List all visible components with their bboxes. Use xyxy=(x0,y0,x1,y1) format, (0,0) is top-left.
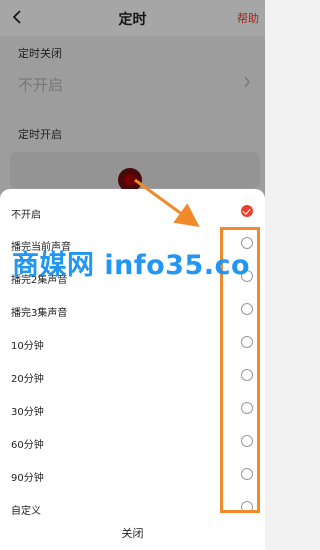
radio-checked-icon[interactable] xyxy=(241,205,253,217)
option-label: 不开启 xyxy=(11,210,41,221)
option-label: 10分钟 xyxy=(11,341,44,352)
option-label: 90分钟 xyxy=(11,473,44,484)
close-button[interactable]: 关闭 xyxy=(0,516,265,550)
option-label: 30分钟 xyxy=(11,407,44,418)
option-label: 自定义 xyxy=(11,506,41,517)
close-label: 关闭 xyxy=(121,527,144,540)
option-label: 播完3集声音 xyxy=(11,308,68,319)
option-label: 60分钟 xyxy=(11,440,44,451)
watermark-text: 商媒网 info35.co xyxy=(12,250,251,281)
option-label: 20分钟 xyxy=(11,374,44,385)
option-row[interactable]: 不开启 xyxy=(0,198,265,228)
